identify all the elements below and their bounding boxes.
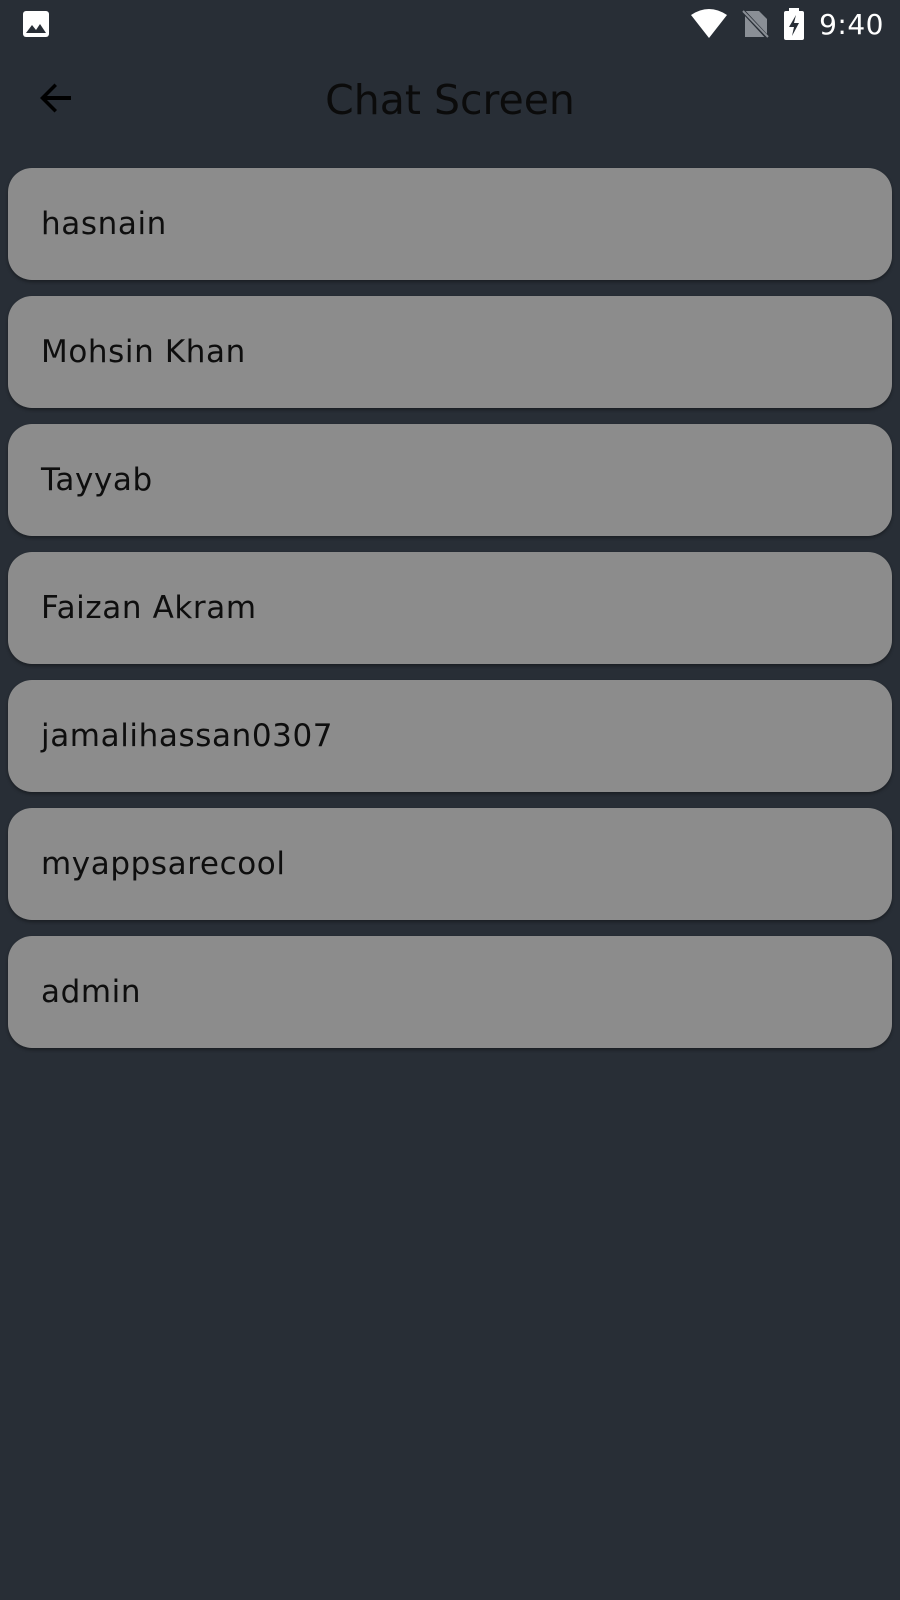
chat-name: Tayyab: [41, 462, 153, 498]
no-sim-icon: [741, 9, 770, 39]
chat-list: hasnain Mohsin Khan Tayyab Faizan Akram …: [8, 168, 892, 1048]
status-bar: 9:40: [0, 0, 900, 48]
app-bar: Chat Screen: [0, 48, 900, 160]
page-title: Chat Screen: [325, 76, 575, 124]
chat-name: Faizan Akram: [41, 590, 257, 626]
list-item[interactable]: admin: [8, 936, 892, 1048]
wifi-icon: [691, 9, 728, 39]
chat-name: myappsarecool: [41, 846, 286, 882]
list-item[interactable]: myappsarecool: [8, 808, 892, 920]
chat-screen: 9:40 Chat Screen hasnain Mohsin Khan Tay…: [0, 0, 900, 1600]
status-time: 9:40: [819, 7, 884, 41]
chat-name: jamalihassan0307: [41, 718, 334, 754]
status-icons: 9:40: [691, 0, 884, 48]
battery-charging-icon: [783, 8, 805, 40]
list-item[interactable]: hasnain: [8, 168, 892, 280]
list-item[interactable]: jamalihassan0307: [8, 680, 892, 792]
list-item[interactable]: Mohsin Khan: [8, 296, 892, 408]
list-item[interactable]: Tayyab: [8, 424, 892, 536]
chat-name: Mohsin Khan: [41, 334, 246, 370]
image-icon: [22, 10, 50, 38]
chat-name: admin: [41, 974, 142, 1010]
chat-name: hasnain: [41, 206, 167, 242]
list-item[interactable]: Faizan Akram: [8, 552, 892, 664]
